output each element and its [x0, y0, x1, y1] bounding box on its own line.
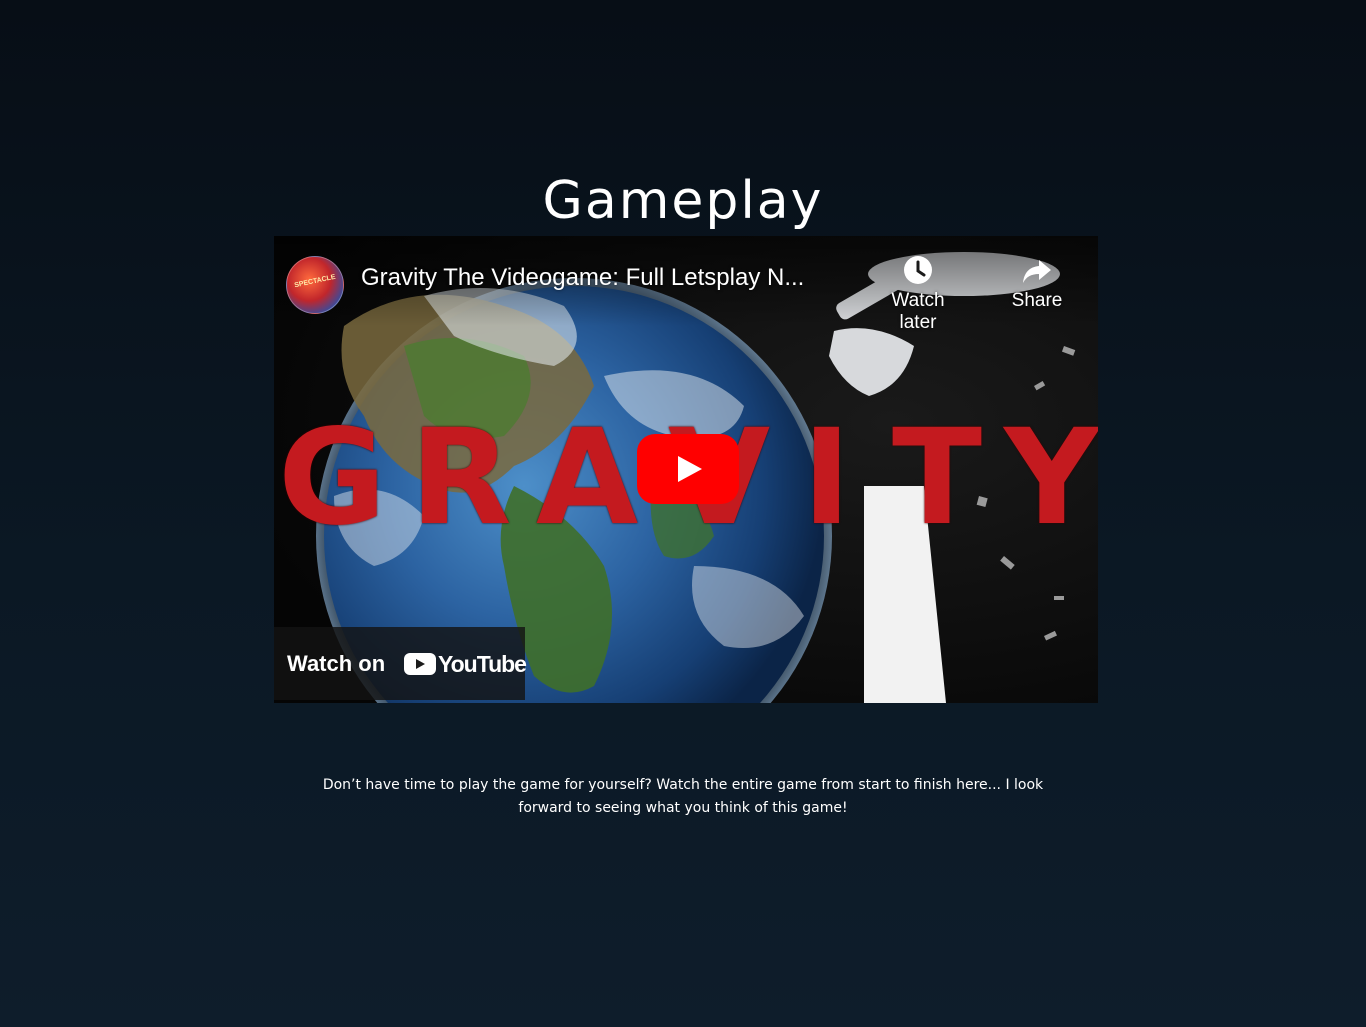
watch-later-button[interactable]: Watch later [873, 254, 963, 334]
gravity-letter: I [802, 401, 852, 555]
share-button[interactable]: Share [992, 254, 1082, 312]
play-button[interactable] [637, 434, 739, 504]
gravity-letter: Y [1004, 401, 1098, 555]
gravity-letter: T [892, 401, 983, 555]
page-title: Gameplay [542, 170, 824, 231]
youtube-logo-text: YouTube [438, 651, 527, 677]
youtube-video-embed[interactable]: G R A V I T Y SPECTACLE Gravity The Vide… [274, 236, 1098, 703]
share-label: Share [1011, 290, 1063, 311]
gravity-letter: G [278, 401, 387, 555]
gravity-letter: A [536, 401, 639, 555]
share-arrow-icon [1023, 260, 1051, 283]
video-description: Don’t have time to play the game for you… [322, 777, 1044, 816]
video-title-link[interactable]: Gravity The Videogame: Full Letsplay N..… [361, 264, 804, 292]
play-icon [678, 456, 702, 482]
watch-on-youtube-link[interactable]: Watch on YouTube [274, 627, 527, 700]
watch-later-label: Watch later [891, 290, 945, 333]
watch-on-label: Watch on [287, 651, 386, 676]
channel-avatar-text: SPECTACLE [293, 273, 337, 290]
gravity-letter: R [410, 401, 512, 555]
clock-icon [904, 256, 932, 284]
channel-avatar[interactable]: SPECTACLE [286, 256, 344, 314]
youtube-logo-icon [404, 653, 436, 675]
